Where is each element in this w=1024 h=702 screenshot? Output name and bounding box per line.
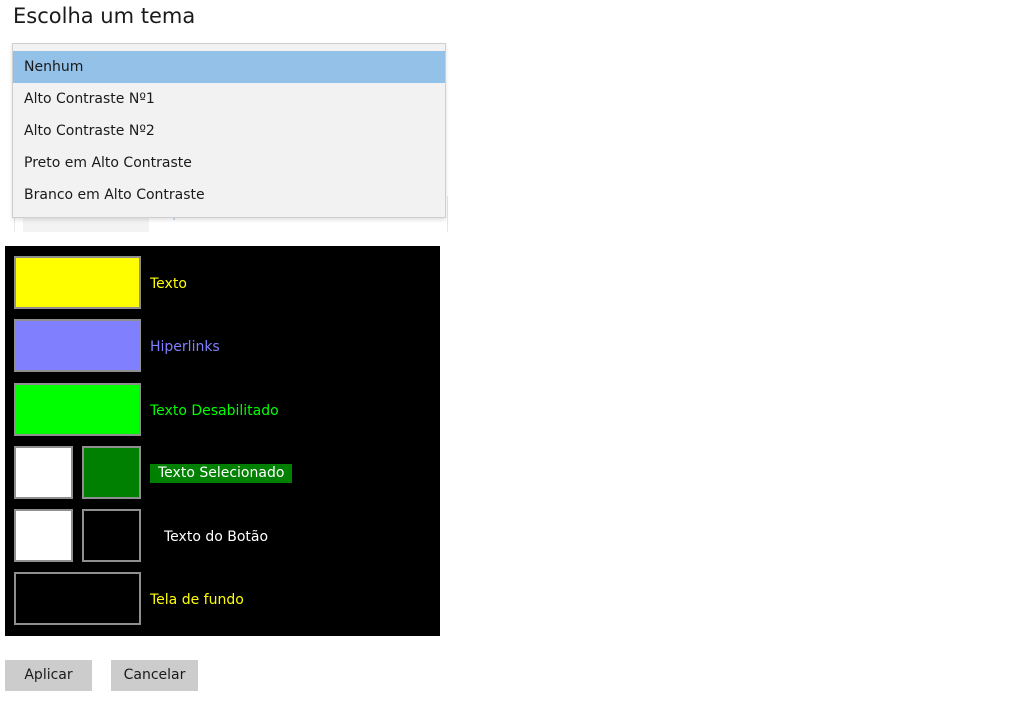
theme-option-alto-contraste-1[interactable]: Alto Contraste Nº1 (13, 83, 445, 115)
hyperlink-color-label[interactable]: Hiperlinks (150, 338, 220, 356)
selected-text-background-swatch[interactable] (82, 446, 141, 499)
theme-preview-panel: Texto Hiperlinks Texto Desabilitado Text… (5, 246, 440, 636)
theme-option-branco-alto-contraste[interactable]: Branco em Alto Contraste (13, 179, 445, 211)
theme-option-alto-contraste-2[interactable]: Alto Contraste Nº2 (13, 115, 445, 147)
theme-dropdown-list[interactable]: Nenhum Alto Contraste Nº1 Alto Contraste… (12, 43, 446, 218)
cancel-button[interactable]: Cancelar (111, 660, 198, 691)
theme-settings-page: Escolha um tema Hiperlinks Nenhum Alto C… (0, 0, 1024, 702)
text-color-swatch[interactable] (14, 256, 141, 309)
hyperlink-color-swatch[interactable] (14, 319, 141, 372)
theme-option-preto-alto-contraste[interactable]: Preto em Alto Contraste (13, 147, 445, 179)
selected-text-label[interactable]: Texto Selecionado (150, 464, 293, 483)
background-color-label[interactable]: Tela de fundo (150, 591, 244, 609)
page-title: Escolha um tema (13, 4, 196, 28)
text-color-label[interactable]: Texto (150, 275, 187, 293)
disabled-text-color-label[interactable]: Texto Desabilitado (150, 402, 279, 420)
theme-option-nenhum[interactable]: Nenhum (13, 51, 445, 83)
button-text-label[interactable]: Texto do Botão (164, 528, 268, 546)
apply-button[interactable]: Aplicar (5, 660, 92, 691)
selected-text-foreground-swatch[interactable] (14, 446, 73, 499)
button-text-background-swatch[interactable] (82, 509, 141, 562)
background-color-swatch[interactable] (14, 572, 141, 625)
button-text-foreground-swatch[interactable] (14, 509, 73, 562)
disabled-text-color-swatch[interactable] (14, 383, 141, 436)
